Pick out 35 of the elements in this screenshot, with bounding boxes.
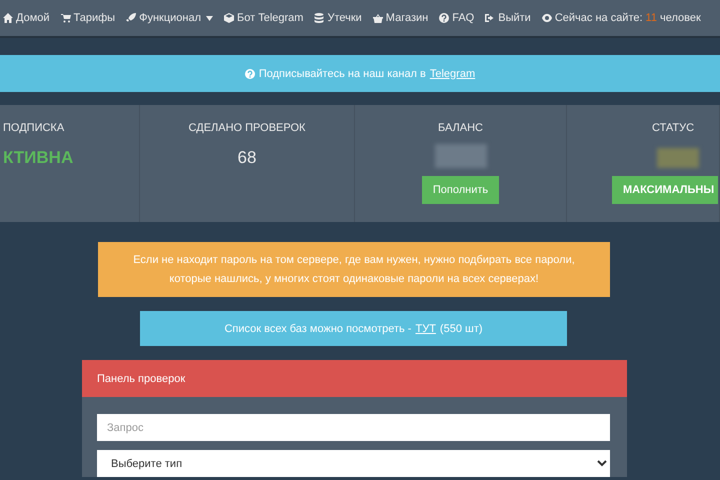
stat-title: СДЕЛАНО ПРОВЕРОК — [188, 122, 306, 134]
question-circle-icon — [244, 68, 255, 78]
nav-link[interactable]: Выйти — [485, 12, 531, 24]
nav-link[interactable]: Тарифы — [60, 12, 116, 24]
warning-alert: Если не находит пароль на том сервере, где вам нужен, нужно подбирать все пароли, которые нашлись, у многих стоят одинаковые пароли на всех серверах! — [98, 242, 610, 297]
sign-out-icon — [485, 13, 496, 23]
online-label: Сейчас на сайте: — [554, 12, 643, 24]
basket-icon — [372, 13, 383, 23]
stat-title: БАЛАНС — [438, 122, 483, 134]
cube-icon — [224, 13, 234, 23]
online-unit: человек — [660, 12, 701, 24]
nav-link[interactable]: Функционал — [126, 12, 214, 24]
type-select[interactable]: Выберите тип — [97, 450, 610, 477]
check-count: 68 — [238, 148, 256, 168]
cart-icon — [60, 13, 71, 23]
rocket-icon — [126, 13, 136, 23]
question-circle-icon — [439, 13, 450, 23]
home-icon — [3, 13, 13, 23]
nav-link[interactable]: FAQ — [439, 12, 474, 24]
bases-count: (550 шт) — [440, 322, 483, 334]
nav-link[interactable]: Утечки — [314, 12, 362, 24]
stat-title: СТАТУС — [652, 122, 694, 134]
bases-text: Список всех баз можно посмотреть - — [224, 322, 412, 334]
query-input[interactable]: Запрос — [97, 414, 610, 441]
database-icon — [314, 13, 324, 23]
caret-icon — [206, 16, 214, 20]
banner-text: Подписывайтесь на наш канал в — [258, 68, 426, 80]
nav-link[interactable]: Магазин — [372, 12, 428, 24]
stat-title: ПОДПИСКА — [3, 122, 64, 134]
nav-link[interactable]: Домой — [3, 12, 50, 24]
online-count: 11 — [646, 12, 657, 24]
nav-link[interactable]: Бот Telegram — [224, 12, 304, 24]
subscription-status: КТИВНА — [3, 148, 74, 168]
eye-icon — [542, 13, 552, 23]
panel-header: Панель проверок — [82, 360, 627, 397]
